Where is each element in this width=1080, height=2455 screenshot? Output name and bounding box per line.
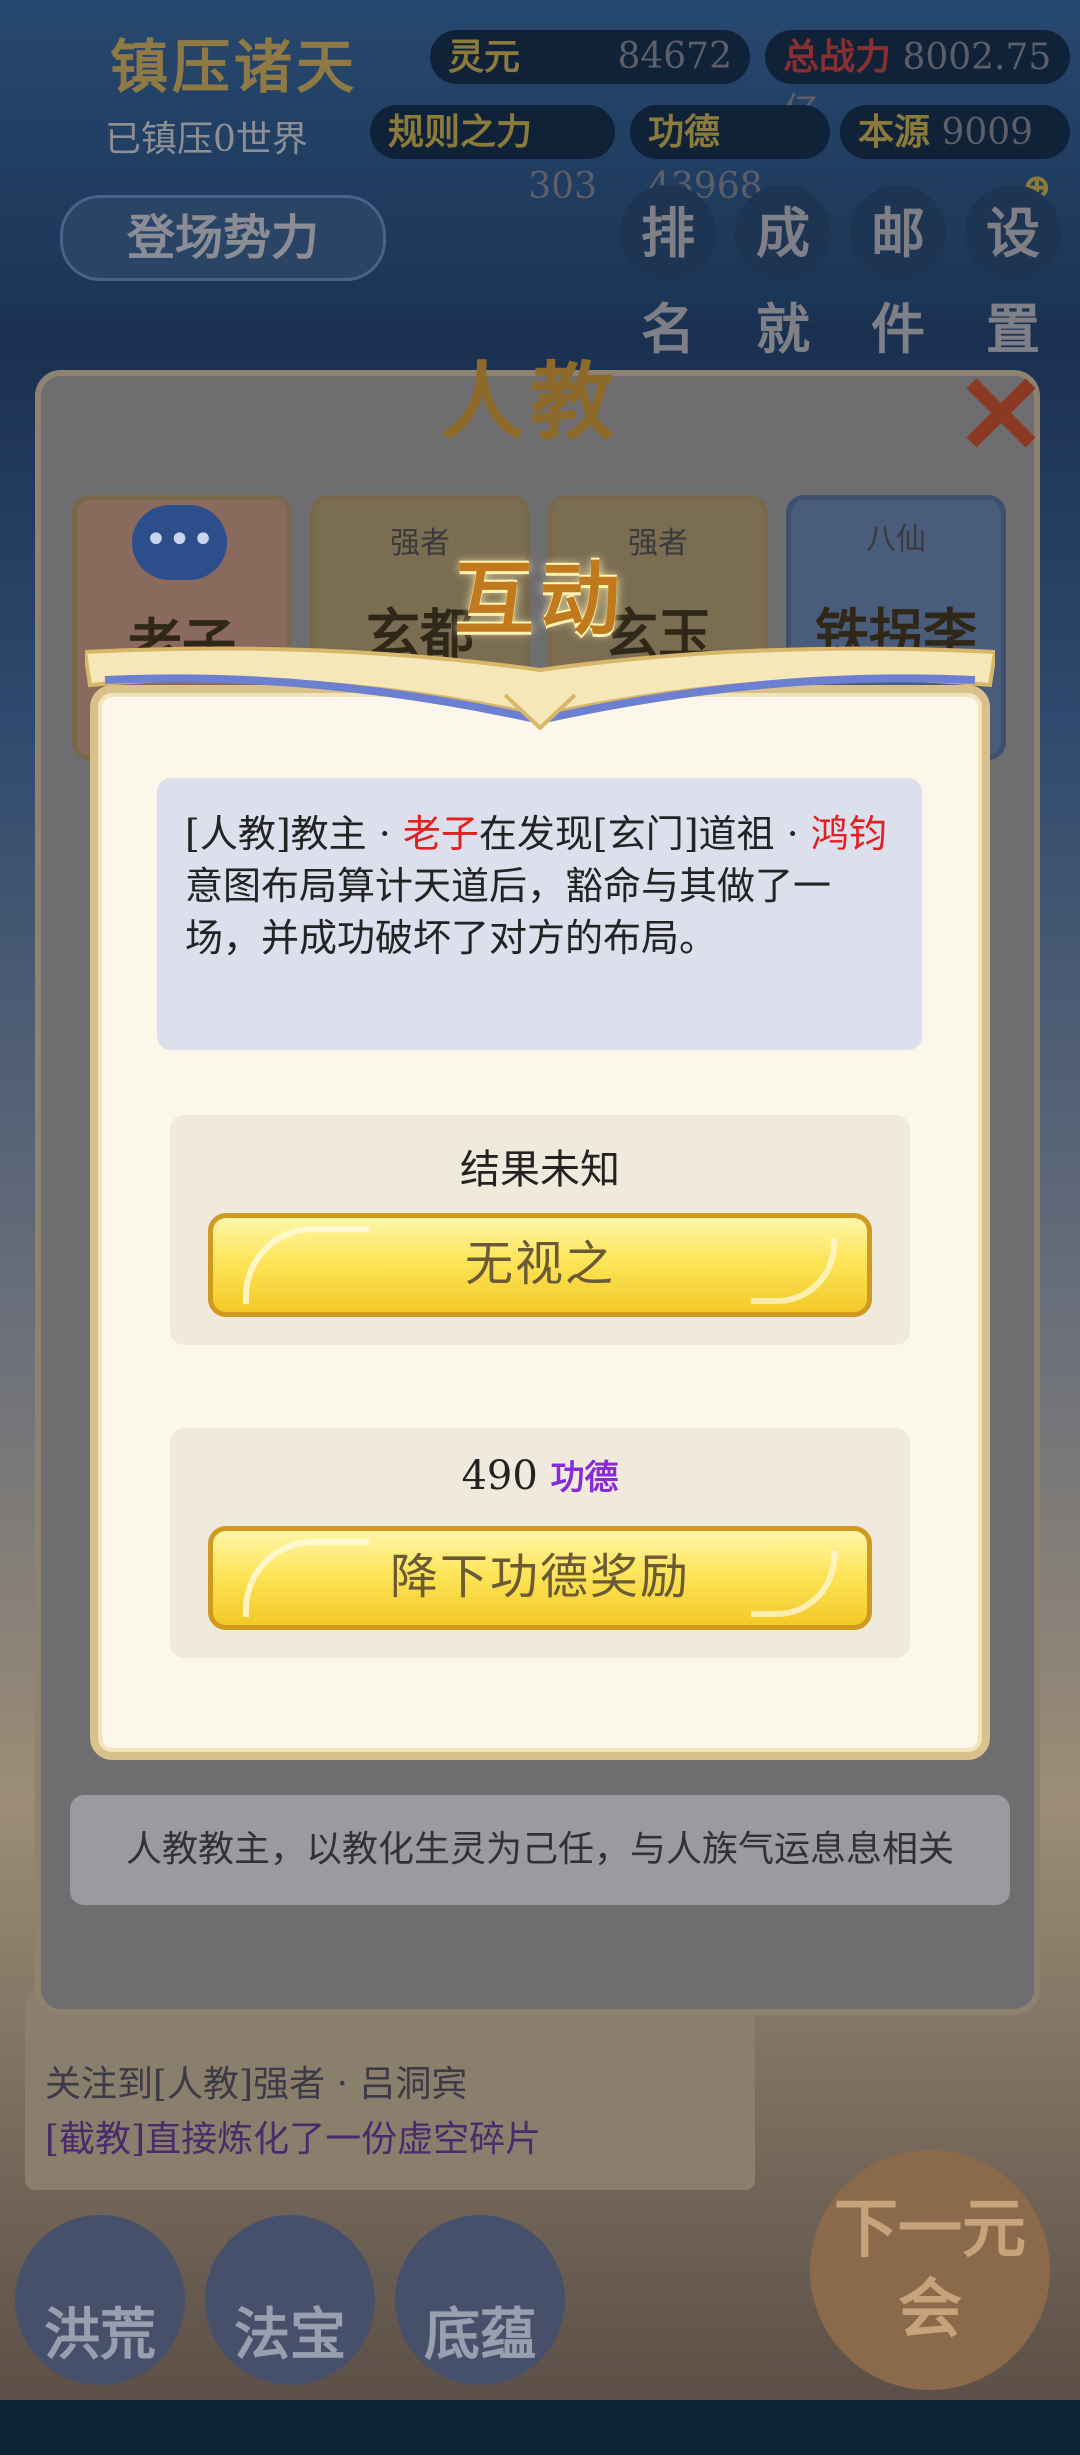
ignore-button[interactable]: 无视之 xyxy=(208,1213,872,1317)
origin-resource: 本源 9009 ⊕ xyxy=(840,105,1070,208)
merit-cost-value: 490 xyxy=(461,1453,538,1499)
grant-merit-button[interactable]: 降下功德奖励 xyxy=(208,1526,872,1630)
character-name-laozi: 老子 xyxy=(402,812,479,856)
spirit-resource: 灵元 84672 xyxy=(430,30,750,84)
dialog-title: 互动 xyxy=(454,552,626,646)
faction-description: 人教教主，以教化生灵为己任，与人族气运息息相关 xyxy=(70,1795,1010,1905)
world-status: 已镇压0世界 xyxy=(105,119,308,160)
rule-value: 303 xyxy=(528,166,597,207)
spirit-value: 84672 xyxy=(617,36,732,77)
settings-button[interactable]: 设置 xyxy=(965,185,1061,361)
log-line: 关注到[人教]强者 · 吕洞宾 xyxy=(45,2064,468,2105)
power-label: 总战力 xyxy=(783,36,892,78)
merit-cost-unit: 功德 xyxy=(550,1458,619,1498)
option-cost-label: 490 功德 xyxy=(170,1450,910,1499)
nav-treasure[interactable]: 法宝 xyxy=(205,2215,375,2385)
option-result-label: 结果未知 xyxy=(460,1147,620,1193)
close-icon[interactable]: ✕ xyxy=(955,360,1047,470)
game-title: 镇压诸天 xyxy=(110,33,359,101)
merit-resource: 功德 43968 xyxy=(630,105,830,207)
event-message: [人教]教主 · 老子在发现[玄门]道祖 · 鸿钧意图布局算计天道后，豁命与其做… xyxy=(157,778,922,1050)
origin-label: 本源 xyxy=(858,111,931,153)
achievement-button[interactable]: 成就 xyxy=(735,185,831,361)
message-text: 意图布局算计天道后，豁命与其做了一场，并成功破坏了对方的布局。 xyxy=(185,864,832,960)
next-era-button[interactable]: 下一元会 xyxy=(810,2150,1050,2390)
nav-foundation[interactable]: 底蕴 xyxy=(395,2215,565,2385)
merit-label: 功德 xyxy=(648,111,721,153)
ranking-button[interactable]: 排名 xyxy=(620,185,716,361)
log-line: [截教]直接炼化了一份虚空碎片 xyxy=(45,2119,542,2160)
message-text: 在发现[玄门]道祖 · xyxy=(478,812,811,856)
option-reward: 490 功德 降下功德奖励 xyxy=(170,1428,910,1658)
power-resource: 总战力 8002.75亿 xyxy=(765,30,1070,132)
rule-resource: 规则之力 303 xyxy=(370,105,615,207)
dialog-book-frame xyxy=(85,646,995,730)
deploy-forces-button[interactable]: 登场势力 xyxy=(60,195,386,281)
rule-label: 规则之力 xyxy=(388,111,533,153)
mail-button[interactable]: 邮件 xyxy=(850,185,946,361)
origin-value: 9009 xyxy=(941,112,1034,153)
option-ignore: 结果未知 无视之 xyxy=(170,1115,910,1345)
character-name-hongjun: 鸿钧 xyxy=(810,812,887,856)
message-text: [人教]教主 · xyxy=(185,812,403,856)
spirit-label: 灵元 xyxy=(448,36,521,78)
nav-honghuang[interactable]: 洪荒 xyxy=(15,2215,185,2385)
faction-title: 人教 xyxy=(440,352,621,451)
